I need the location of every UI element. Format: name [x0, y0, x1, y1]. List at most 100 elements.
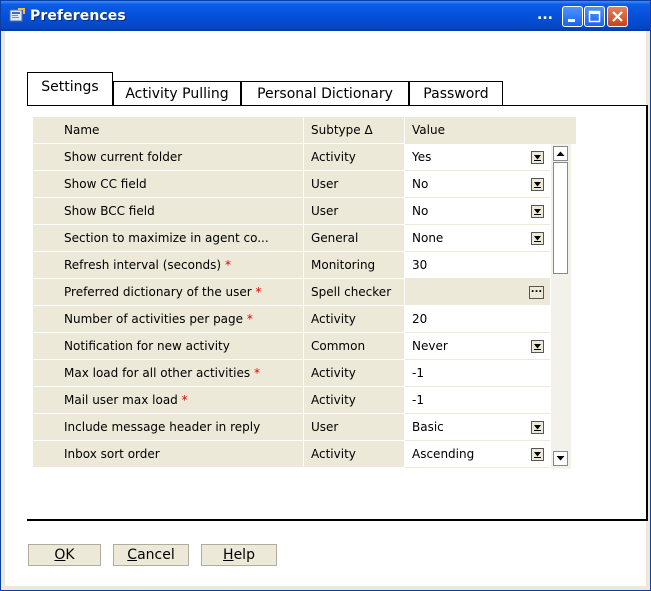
value-cell[interactable]: Basic: [405, 414, 550, 441]
row-selector[interactable]: [33, 306, 57, 333]
table-row[interactable]: Notification for new activity Common Never: [33, 333, 576, 360]
browse-button[interactable]: ...: [529, 285, 544, 299]
scroll-down-icon: [556, 456, 565, 461]
value-text: No: [412, 177, 429, 191]
setting-name-cell: Include message header in reply: [57, 414, 304, 441]
table-row[interactable]: Inbox sort order Activity Ascending: [33, 441, 576, 468]
scroll-up-icon: [556, 151, 565, 156]
scroll-thumb[interactable]: [553, 162, 568, 274]
ok-button[interactable]: OK: [28, 544, 101, 566]
setting-name: Preferred dictionary of the user: [64, 285, 252, 299]
maximize-button[interactable]: [584, 6, 605, 27]
subtype-cell: User: [304, 414, 405, 441]
column-header-name[interactable]: Name: [57, 117, 304, 144]
required-marker: *: [246, 312, 253, 326]
value-cell[interactable]: Never: [405, 333, 550, 360]
window-title: Preferences: [30, 8, 126, 24]
tab-password-label: Password: [423, 86, 489, 102]
value-text: Never: [412, 339, 448, 353]
subtype-text: Monitoring: [311, 258, 376, 272]
tab-activity-pulling[interactable]: Activity Pulling: [113, 81, 241, 106]
required-marker: *: [253, 366, 260, 380]
subtype-cell: General: [304, 225, 405, 252]
grid-scrollbar[interactable]: [551, 144, 571, 469]
dropdown-button[interactable]: [531, 421, 544, 434]
chevron-down-icon: [534, 182, 541, 188]
value-cell[interactable]: ...: [405, 279, 550, 306]
subtype-cell: Activity: [304, 387, 405, 414]
row-selector[interactable]: [33, 198, 57, 225]
row-selector[interactable]: [33, 333, 57, 360]
row-selector[interactable]: [33, 279, 57, 306]
cancel-label: ancel: [137, 547, 175, 563]
value-cell[interactable]: Yes: [405, 144, 550, 171]
tab-activity-pulling-label: Activity Pulling: [125, 86, 229, 102]
table-row[interactable]: Section to maximize in agent co... Genera…: [33, 225, 576, 252]
row-selector[interactable]: [33, 441, 57, 468]
setting-name-cell: Max load for all other activities *: [57, 360, 304, 387]
value-cell[interactable]: No: [405, 171, 550, 198]
table-row[interactable]: Include message header in reply User Basic: [33, 414, 576, 441]
setting-name-cell: Show CC field: [57, 171, 304, 198]
dropdown-button[interactable]: [531, 448, 544, 461]
table-row[interactable]: Mail user max load * Activity -1: [33, 387, 576, 414]
subtype-text: User: [311, 420, 339, 434]
row-selector[interactable]: [33, 225, 57, 252]
subtype-cell: Activity: [304, 360, 405, 387]
table-row[interactable]: Max load for all other activities * Activ…: [33, 360, 576, 387]
column-header-value[interactable]: Value: [405, 117, 576, 144]
setting-name-wrap: Max load for all other activities *: [64, 366, 260, 380]
subtype-cell: Activity: [304, 306, 405, 333]
scroll-down-button[interactable]: [553, 451, 568, 466]
title-bar[interactable]: Preferences ...: [1, 1, 650, 31]
table-row[interactable]: Show CC field User No: [33, 171, 576, 198]
scroll-up-button[interactable]: [553, 146, 568, 161]
subtype-text: Activity: [311, 447, 356, 461]
table-row[interactable]: Show BCC field User No: [33, 198, 576, 225]
row-selector[interactable]: [33, 414, 57, 441]
minimize-button[interactable]: [562, 6, 583, 27]
ok-label: K: [65, 547, 75, 563]
table-row[interactable]: Number of activities per page * Activity 2…: [33, 306, 576, 333]
title-ellipsis: ...: [537, 7, 553, 23]
row-selector[interactable]: [33, 171, 57, 198]
table-row[interactable]: Preferred dictionary of the user * Spell …: [33, 279, 576, 306]
tab-settings-label: Settings: [41, 79, 99, 95]
help-button[interactable]: Help: [201, 544, 277, 566]
value-cell[interactable]: -1: [405, 387, 550, 414]
row-selector[interactable]: [33, 252, 57, 279]
row-selector[interactable]: [33, 360, 57, 387]
value-cell[interactable]: Ascending: [405, 441, 550, 468]
value-cell[interactable]: -1: [405, 360, 550, 387]
help-label: elp: [233, 547, 255, 563]
dropdown-button[interactable]: [531, 151, 544, 164]
tab-password[interactable]: Password: [409, 81, 503, 106]
setting-name-cell: Notification for new activity: [57, 333, 304, 360]
table-row[interactable]: Refresh interval (seconds) * Monitoring 30: [33, 252, 576, 279]
subtype-text: Activity: [311, 150, 356, 164]
value-cell[interactable]: 30: [405, 252, 550, 279]
setting-name-wrap: Mail user max load *: [64, 393, 188, 407]
value-cell[interactable]: No: [405, 198, 550, 225]
cancel-button[interactable]: Cancel: [113, 544, 189, 566]
subtype-text: Activity: [311, 312, 356, 326]
dropdown-button[interactable]: [531, 205, 544, 218]
value-cell[interactable]: 20: [405, 306, 550, 333]
value-cell[interactable]: None: [405, 225, 550, 252]
tab-personal-dictionary[interactable]: Personal Dictionary: [241, 81, 409, 106]
dropdown-button[interactable]: [531, 232, 544, 245]
row-selector[interactable]: [33, 387, 57, 414]
column-header-subtype[interactable]: Subtype Δ: [304, 117, 405, 144]
dropdown-button[interactable]: [531, 178, 544, 191]
setting-name: Max load for all other activities: [64, 366, 251, 380]
subtype-text: General: [311, 231, 359, 245]
setting-name: Number of activities per page: [64, 312, 244, 326]
close-button[interactable]: [607, 6, 628, 27]
value-text: Ascending: [412, 447, 475, 461]
dropdown-button[interactable]: [531, 340, 544, 353]
row-selector[interactable]: [33, 144, 57, 171]
header-row-selector: [33, 117, 57, 144]
tab-settings[interactable]: Settings: [27, 72, 113, 106]
setting-name-wrap: Number of activities per page *: [64, 312, 253, 326]
table-row[interactable]: Show current folder Activity Yes: [33, 144, 576, 171]
